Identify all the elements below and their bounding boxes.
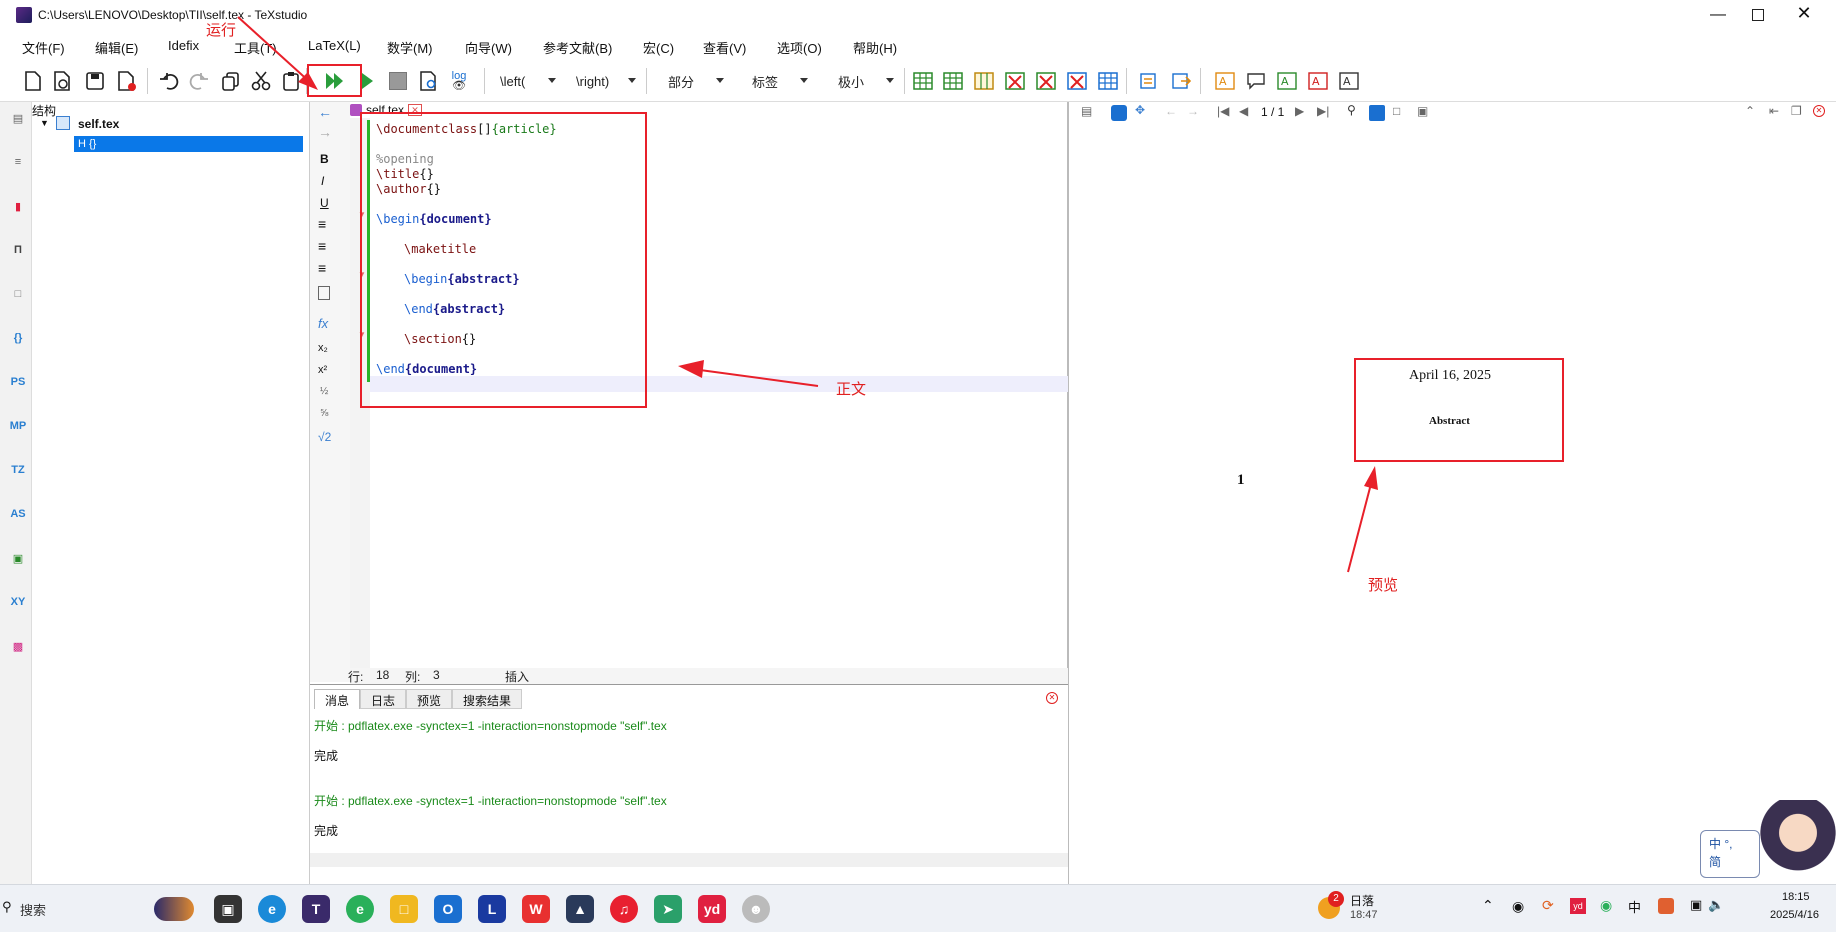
texstudio-icon[interactable]: T [302,895,330,923]
search-highlight-icon [154,897,194,921]
weather-badge: 2 [1328,891,1344,907]
cat-app-icon[interactable]: ▲ [566,895,594,923]
task-view-icon[interactable]: ▣ [214,895,242,923]
network-icon[interactable]: ▣ [1690,897,1702,913]
lark-icon[interactable]: L [478,895,506,923]
weather-title[interactable]: 日落 [1350,892,1374,909]
ime-script: 简 [1709,855,1722,869]
edge-green-icon[interactable]: e [346,895,374,923]
avatar-app-icon[interactable]: ☻ [742,895,770,923]
mascot-image [1760,800,1836,882]
ime-tray-icon[interactable]: 中 [1628,897,1641,916]
youdao-tray-icon[interactable]: yd [1570,898,1586,914]
file-explorer-icon[interactable]: □ [390,895,418,923]
taskbar-search[interactable]: 搜索 [20,900,46,919]
music-icon[interactable]: ♫ [610,895,638,923]
qq-icon[interactable]: ◉ [1512,898,1524,915]
wps-icon[interactable]: W [522,895,550,923]
volume-icon[interactable]: 🔈 [1708,897,1724,913]
edge-icon[interactable]: e [258,895,286,923]
youdao-icon[interactable]: yd [698,895,726,923]
outlook-icon[interactable]: O [434,895,462,923]
bird-app-icon[interactable]: ➤ [654,895,682,923]
annotation-arrows [237,16,1378,573]
sync-tray-icon[interactable]: ⟳ [1542,897,1554,914]
wps-tray-icon[interactable] [1658,898,1674,914]
clock-time[interactable]: 18:15 [1782,891,1810,903]
search-icon[interactable]: ⚲ [2,899,12,915]
tray-expand-icon[interactable]: ⌃ [1482,897,1494,914]
ime-mode: 中 °, [1709,837,1733,851]
weather-time: 18:47 [1350,909,1378,921]
taskbar: ⚲ 搜索 ▣ e T e □ O L W ▲ ♫ ➤ yd ☻ 2 日落 18:… [0,884,1836,932]
wechat-icon[interactable]: ◉ [1600,897,1612,914]
ime-widget[interactable]: 中 °, 简 [1700,830,1760,878]
clock-date[interactable]: 2025/4/16 [1770,909,1819,921]
